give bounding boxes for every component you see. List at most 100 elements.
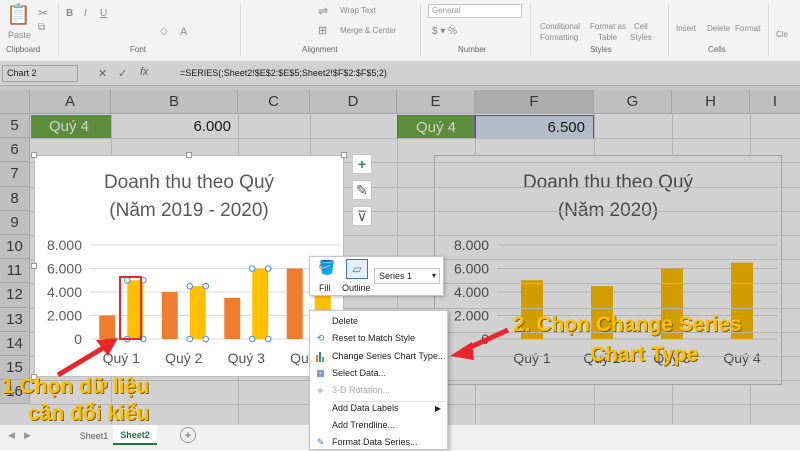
series-selection-handle[interactable] — [202, 282, 210, 290]
column-header[interactable]: G — [594, 90, 672, 114]
cell-e5[interactable]: Quý 4 — [397, 115, 475, 139]
series-selection-handle[interactable] — [186, 335, 194, 343]
column-header[interactable]: D — [310, 90, 397, 114]
bar[interactable] — [252, 268, 269, 340]
series-selection-handle[interactable] — [248, 335, 256, 343]
menu-item-reset-style[interactable]: ⟲ Reset to Match Style — [310, 330, 447, 347]
cancel-icon[interactable]: ✕ — [98, 67, 107, 80]
cell-styles-button[interactable]: Cell — [634, 22, 648, 31]
menu-item-label: Reset to Match Style — [332, 333, 416, 343]
column-header[interactable]: B — [111, 90, 238, 114]
function-icon[interactable]: fx — [140, 66, 149, 78]
merge-center-button[interactable]: Merge & Center — [340, 26, 396, 35]
series-selection-handle[interactable] — [123, 335, 131, 343]
outline-button[interactable]: Outline — [342, 283, 371, 293]
bar[interactable] — [286, 268, 303, 340]
currency-icon[interactable]: $ ▾ % — [432, 26, 457, 37]
add-sheet-icon[interactable]: + — [180, 427, 196, 443]
cell-f5[interactable]: 6.500 — [475, 115, 594, 139]
series-select[interactable]: Series 1 ▾ — [374, 268, 440, 284]
underline-icon[interactable]: U — [100, 8, 107, 19]
font-color-icon[interactable]: A — [180, 26, 187, 38]
cell-b5[interactable]: 6.000 — [111, 115, 237, 139]
merge-icon[interactable]: ⊞ — [318, 24, 327, 37]
series-selection-handle[interactable] — [139, 276, 147, 284]
name-box[interactable]: Chart 2 — [2, 65, 78, 82]
sheet-nav-left-icon[interactable]: ◀ — [8, 430, 15, 441]
row-header[interactable]: 11 — [0, 259, 30, 284]
series-selection-handle[interactable] — [139, 335, 147, 343]
fill-button[interactable]: Fill — [319, 283, 331, 293]
conditional-formatting-button[interactable]: Conditional — [540, 22, 580, 31]
outline-icon[interactable]: ▱ — [346, 259, 368, 279]
menu-item-label: Add Data Labels — [332, 403, 399, 413]
series-selection-handle[interactable] — [186, 282, 194, 290]
column-header[interactable]: F — [475, 90, 594, 114]
column-header[interactable]: E — [397, 90, 475, 114]
row-header[interactable]: 6 — [0, 138, 30, 163]
series-selection-handle[interactable] — [202, 335, 210, 343]
format-as-table-label2: Table — [598, 33, 618, 42]
sheet-nav-right-icon[interactable]: ▶ — [24, 430, 31, 441]
wrap-text-icon[interactable]: ⇌ — [318, 4, 328, 18]
paste-icon[interactable]: 📋 — [6, 2, 31, 27]
row-header[interactable]: 13 — [0, 307, 30, 332]
insert-button[interactable]: Insert — [676, 24, 696, 33]
formula-input[interactable]: =SERIES(;Sheet2!$E$2:$E$5;Sheet2!$F$2:$F… — [180, 68, 387, 78]
number-format-select[interactable]: General — [428, 4, 522, 18]
column-header[interactable]: H — [672, 90, 750, 114]
sheet-tab-sheet2[interactable]: Sheet2 — [113, 425, 157, 445]
chart-2019-2020[interactable]: Doanh thu theo Quý (Năm 2019 - 2020) 8.0… — [34, 155, 344, 377]
menu-item-label: 3-D Rotation... — [332, 385, 391, 395]
fill-color-icon[interactable]: ◇ — [160, 26, 168, 37]
resize-handle[interactable] — [31, 263, 37, 269]
series-selection-handle[interactable] — [264, 335, 272, 343]
cut-icon[interactable]: ✂ — [38, 6, 48, 20]
menu-item-delete[interactable]: Delete — [310, 313, 447, 330]
row-header[interactable]: 12 — [0, 283, 30, 308]
menu-item-add-data-labels[interactable]: Add Data Labels ▶ — [310, 400, 447, 417]
bar[interactable] — [127, 280, 144, 339]
row-header[interactable]: 8 — [0, 186, 30, 211]
cell-a5[interactable]: Quý 4 — [31, 115, 111, 139]
copy-icon[interactable]: ⧉ — [38, 22, 45, 33]
series-selection-handle[interactable] — [248, 265, 256, 272]
resize-handle[interactable] — [186, 152, 192, 158]
fill-bucket-icon[interactable]: 🪣 — [318, 259, 335, 276]
y-tick-label: 2.000 — [454, 308, 489, 324]
format-button[interactable]: Format — [735, 24, 760, 33]
row-header[interactable]: 5 — [0, 114, 30, 139]
italic-icon[interactable]: I — [84, 8, 87, 19]
menu-item-select-data[interactable]: ▦ Select Data... — [310, 365, 447, 382]
column-header[interactable]: C — [238, 90, 310, 114]
chart-filter-icon[interactable]: ⊽ — [352, 206, 372, 226]
row-header[interactable]: 14 — [0, 331, 30, 356]
delete-ribbon-button[interactable]: Delete — [707, 24, 730, 33]
bold-icon[interactable]: B — [66, 8, 73, 19]
column-header[interactable]: A — [30, 90, 111, 114]
paste-button[interactable]: Paste — [8, 30, 31, 40]
resize-handle[interactable] — [31, 152, 37, 158]
bar[interactable] — [224, 297, 241, 339]
bar[interactable] — [161, 292, 178, 339]
menu-item-add-trendline[interactable]: Add Trendline... — [310, 417, 447, 434]
column-header[interactable]: I — [750, 90, 800, 114]
clear-button[interactable]: Cle — [776, 30, 788, 39]
wrap-text-button[interactable]: Wrap Text — [340, 6, 376, 15]
enter-icon[interactable]: ✓ — [118, 67, 127, 80]
sheet-tab-sheet1[interactable]: Sheet1 — [76, 427, 112, 445]
format-as-table-button[interactable]: Format as — [590, 22, 626, 31]
row-header[interactable]: 10 — [0, 235, 30, 260]
series-selection-handle[interactable] — [123, 276, 131, 284]
series-selection-handle[interactable] — [264, 265, 272, 272]
bar[interactable] — [99, 315, 116, 340]
row-header[interactable]: 7 — [0, 162, 30, 187]
chart-styles-icon[interactable]: ✎ — [352, 180, 372, 200]
menu-item-3d-rotation: ◈ 3-D Rotation... — [310, 382, 447, 399]
bar[interactable] — [189, 286, 206, 339]
menu-item-change-series-chart-type[interactable]: Change Series Chart Type... — [310, 348, 447, 365]
chart-elements-icon[interactable]: + — [352, 154, 372, 174]
resize-handle[interactable] — [341, 152, 347, 158]
row-header[interactable]: 9 — [0, 210, 30, 235]
menu-item-format-data-series[interactable]: ✎ Format Data Series... — [310, 434, 447, 451]
